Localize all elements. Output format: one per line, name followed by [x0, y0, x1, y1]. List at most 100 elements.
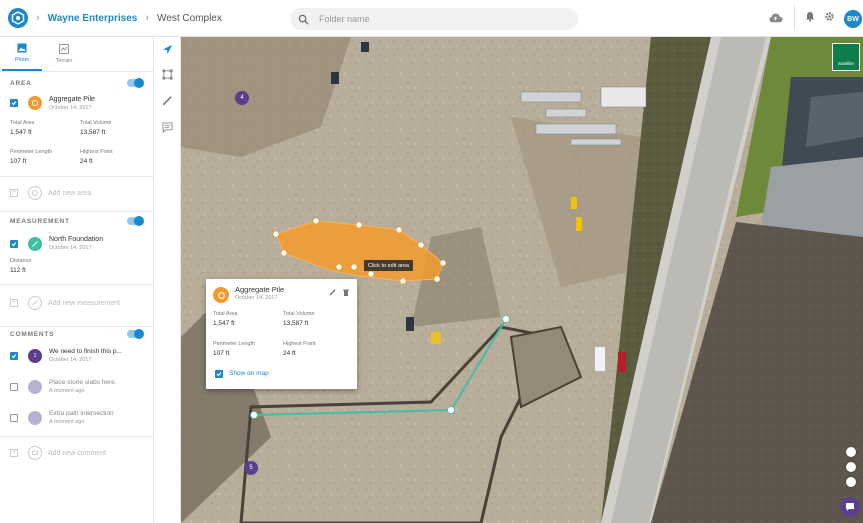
search-input[interactable]: [319, 14, 559, 24]
search-bar[interactable]: [290, 8, 578, 30]
popup-total-area-value: 1,547 ft: [213, 320, 235, 327]
measurement-item-date: October 14, 2017: [49, 245, 92, 251]
divider: [0, 436, 153, 437]
comment-map-marker[interactable]: 4: [235, 91, 249, 105]
comment-text: We need to finish this p...: [49, 348, 122, 355]
image-icon: [17, 43, 27, 53]
chevron-right-icon: ›: [145, 12, 150, 24]
app-header: › Wayne Enterprises › West Complex BW: [0, 0, 863, 37]
pencil-edit-icon[interactable]: [329, 289, 336, 296]
checkmark-icon: [216, 372, 222, 377]
comments-visibility-toggle[interactable]: [127, 329, 144, 339]
area-detail-popup: Aggregate Pile October 14, 2017 Total Ar…: [206, 279, 357, 389]
satellite-layer-button[interactable]: Satellite: [832, 43, 860, 71]
ruler-pen-icon[interactable]: [162, 95, 173, 106]
tab-photo[interactable]: Photo: [2, 37, 42, 71]
show-on-map-label[interactable]: Show on map: [229, 370, 269, 377]
trash-icon[interactable]: [343, 289, 349, 296]
chevron-right-icon: ›: [36, 12, 40, 24]
area-visibility-toggle[interactable]: [127, 78, 144, 88]
checkmark-icon: [11, 242, 17, 247]
breadcrumb-organization[interactable]: Wayne Enterprises: [48, 13, 138, 24]
polygon-select-icon[interactable]: [162, 69, 173, 80]
chat-bubble-icon: [846, 503, 854, 511]
popup-total-volume-label: Total Volume: [283, 311, 315, 317]
comment-map-marker[interactable]: 5: [244, 461, 258, 475]
tool-rail: [154, 37, 181, 523]
highest-point-label: Highest Point: [80, 149, 113, 155]
show-on-map-checkbox[interactable]: [215, 370, 223, 378]
gear-icon[interactable]: [824, 11, 835, 22]
divider: [0, 326, 153, 327]
total-volume-value: 13,587 ft: [80, 129, 106, 136]
measurement-section-title: MEASUREMENT: [10, 217, 70, 225]
comment-item[interactable]: Place stone slabs here. A moment ago: [0, 376, 153, 400]
comment-time: A moment ago: [49, 419, 85, 425]
area-outline-icon: [28, 186, 42, 200]
bell-icon[interactable]: [805, 11, 815, 22]
view-tabs: Photo Terrain: [0, 37, 153, 72]
distance-value: 112 ft: [10, 267, 26, 274]
tab-terrain[interactable]: Terrain: [44, 37, 84, 71]
measurement-pin-icon: [28, 237, 42, 251]
area-section-title: AREA: [10, 79, 32, 87]
popup-total-area-label: Total Area: [213, 311, 238, 317]
area-list-item[interactable]: Aggregate Pile October 14, 2017 Total Ar…: [0, 94, 153, 210]
comment-item[interactable]: Extra path intersection A moment ago: [0, 407, 153, 431]
search-icon: [298, 14, 309, 25]
breadcrumb-site[interactable]: West Complex: [157, 13, 222, 24]
comment-marker-icon: [28, 411, 42, 425]
comment-item[interactable]: 1 We need to finish this p... October 14…: [0, 345, 153, 369]
comments-section-title: COMMENTS: [10, 330, 55, 338]
add-measurement-row[interactable]: + Add new measurement: [10, 296, 120, 310]
add-measurement-label: Add new measurement: [48, 299, 120, 307]
total-volume-label: Total Volume: [80, 120, 112, 126]
highest-point-value: 24 ft: [80, 158, 93, 165]
comment-icon[interactable]: [162, 122, 173, 133]
total-area-label: Total Area: [10, 120, 35, 126]
comment-checkbox[interactable]: [10, 352, 18, 360]
divider: [0, 176, 153, 177]
plus-box-icon: +: [10, 449, 18, 457]
measurement-visibility-toggle[interactable]: [127, 216, 144, 226]
measurement-item-checkbox[interactable]: [10, 240, 18, 248]
tab-terrain-label: Terrain: [55, 58, 73, 64]
add-area-label: Add new area: [48, 189, 92, 197]
comment-time: October 14, 2017: [49, 357, 92, 363]
measurement-section-header: MEASUREMENT: [0, 210, 153, 232]
comment-text: Extra path intersection: [49, 410, 114, 417]
map-zoom-control[interactable]: [846, 477, 856, 487]
area-item-checkbox[interactable]: [10, 99, 18, 107]
header-divider: [794, 6, 795, 30]
comment-marker: 1: [28, 349, 42, 363]
add-area-row[interactable]: + Add new area: [10, 186, 91, 200]
map-zoom-control[interactable]: [846, 462, 856, 472]
popup-highest-point-value: 24 ft: [283, 350, 296, 357]
comment-time: A moment ago: [49, 388, 85, 394]
map-zoom-control[interactable]: [846, 447, 856, 457]
distance-label: Distance: [10, 258, 32, 264]
plus-box-icon: +: [10, 189, 18, 197]
chat-support-button[interactable]: [840, 497, 860, 517]
comment-checkbox[interactable]: [10, 383, 18, 391]
popup-perimeter-label: Perimeter Length: [213, 341, 256, 347]
perimeter-length-label: Perimeter Length: [10, 149, 53, 155]
app-logo-icon[interactable]: [8, 8, 28, 28]
cloud-upload-icon[interactable]: [768, 11, 783, 24]
measurement-list-item[interactable]: North Foundation October 14, 2017 Distan…: [0, 232, 153, 323]
divider: [0, 284, 153, 285]
area-item-date: October 14, 2017: [49, 105, 92, 111]
popup-perimeter-value: 107 ft: [213, 350, 230, 357]
user-avatar[interactable]: BW: [844, 10, 862, 28]
popup-total-volume-value: 13,587 ft: [283, 320, 309, 327]
comment-checkbox[interactable]: [10, 414, 18, 422]
comments-list: 1 We need to finish this p... October 14…: [0, 345, 153, 475]
popup-date: October 14, 2017: [235, 295, 278, 301]
divider: [0, 211, 153, 212]
add-comment-row[interactable]: + Add new comment: [10, 446, 106, 460]
cursor-arrow-icon[interactable]: [162, 44, 173, 55]
checkmark-icon: [11, 101, 17, 106]
measurement-item-title: North Foundation: [49, 236, 104, 243]
comment-text: Place stone slabs here.: [49, 379, 117, 386]
area-item-title: Aggregate Pile: [49, 96, 95, 103]
